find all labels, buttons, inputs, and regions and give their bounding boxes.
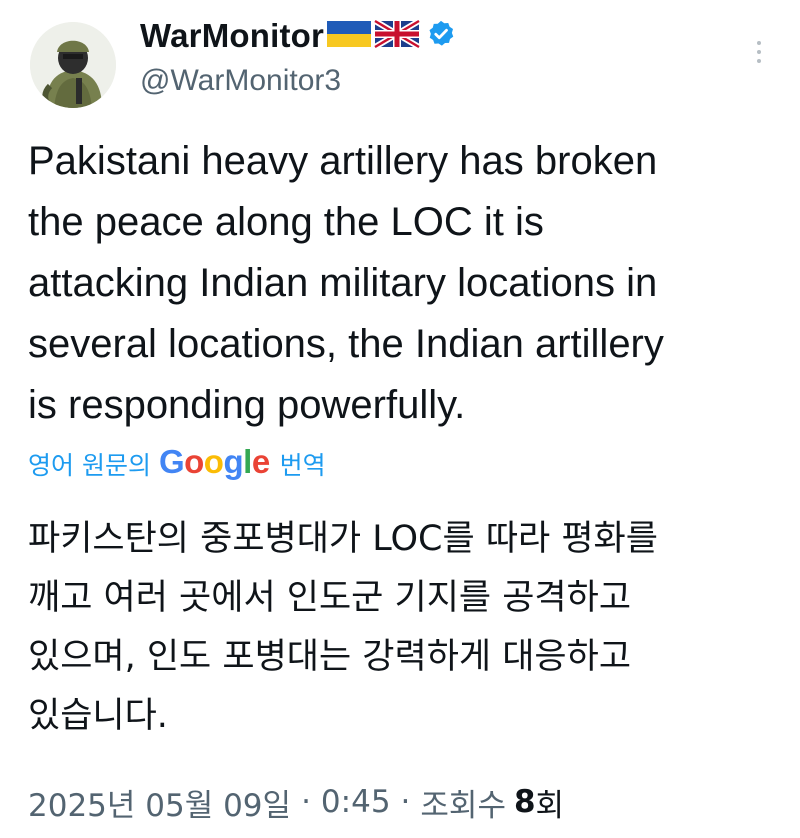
verified-badge-icon xyxy=(426,19,456,54)
tweet-metadata: 2025년 05월 09일 · 0:45 · 조회수 8회 xyxy=(28,780,564,824)
views-suffix: 회 xyxy=(535,787,565,824)
translate-prefix: 영어 원문의 xyxy=(28,451,151,480)
views-label: 조회수 xyxy=(420,787,506,824)
translated-text: 파키스탄의 중포병대가 LOC를 따라 평화를 깨고 여러 곳에서 인도군 기지… xyxy=(28,519,658,736)
tweet-text: Pakistani heavy artillery has broken the… xyxy=(28,139,664,427)
translate-link[interactable]: 영어 원문의 Google 번역 xyxy=(28,440,326,488)
views-count[interactable]: 8 xyxy=(514,784,536,820)
more-dot-icon xyxy=(757,50,761,54)
display-name[interactable]: WarMonitor xyxy=(140,17,324,55)
more-dot-icon xyxy=(757,59,761,63)
soldier-avatar-icon xyxy=(30,22,116,108)
author-handle[interactable]: @WarMonitor3 xyxy=(140,64,341,98)
author-name-row[interactable]: WarMonitor xyxy=(140,16,456,56)
separator: · xyxy=(400,784,411,820)
uk-flag-icon xyxy=(373,17,421,54)
tweet-date[interactable]: 2025년 05월 09일 xyxy=(28,780,291,825)
separator: · xyxy=(301,784,311,820)
more-dot-icon xyxy=(757,41,761,45)
translate-suffix: 번역 xyxy=(279,451,326,480)
tweet-card: WarMonitor @WarMonitor3 Pakistani heavy … xyxy=(0,0,800,838)
more-options-button[interactable] xyxy=(744,32,774,72)
tweet-time[interactable]: 0:45 xyxy=(321,784,391,820)
avatar[interactable] xyxy=(30,22,116,108)
google-logo: Google xyxy=(158,443,270,480)
ukraine-flag-icon xyxy=(326,19,372,54)
